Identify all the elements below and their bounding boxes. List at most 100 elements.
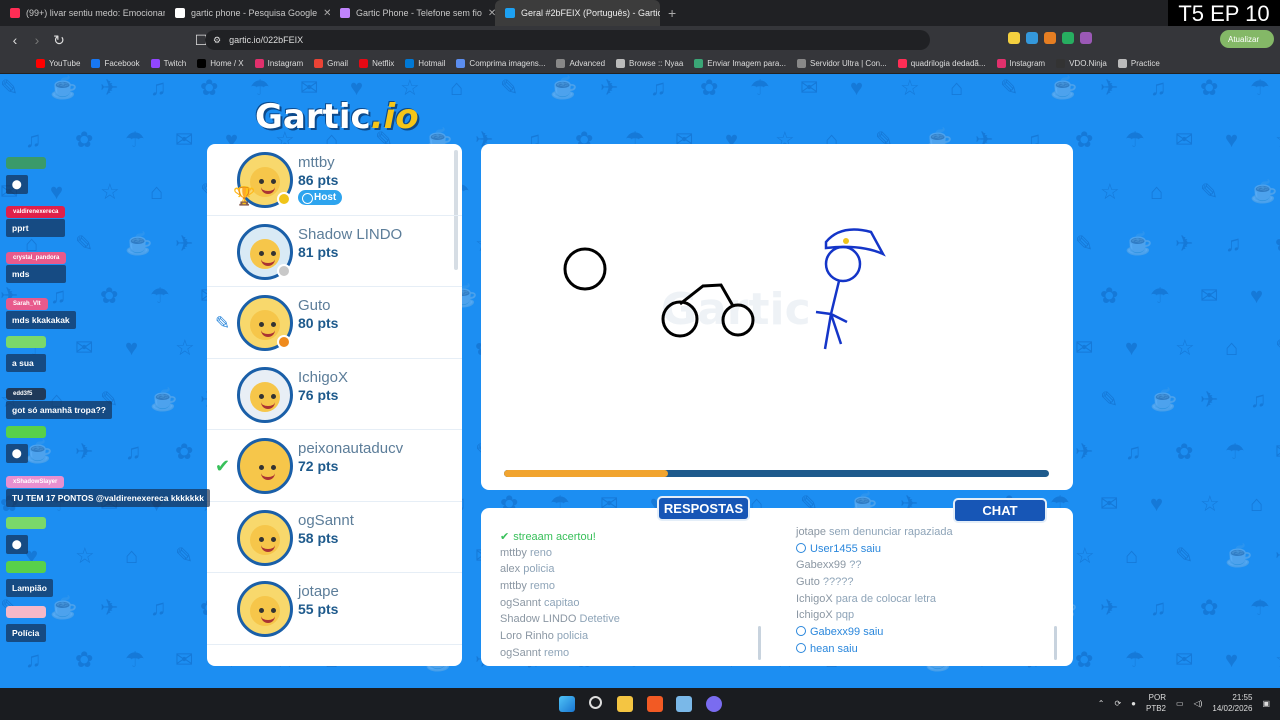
answer-item: ✔ streaam acertou! bbox=[500, 530, 765, 547]
message-text: policia bbox=[523, 563, 555, 576]
bookmark-item[interactable]: Instagram bbox=[996, 59, 1045, 68]
close-icon[interactable]: ✕ bbox=[323, 8, 330, 19]
bookmark-item[interactable]: Netflix bbox=[359, 59, 394, 68]
bookmark-favicon-icon bbox=[150, 59, 160, 68]
network-icon[interactable]: ▭ bbox=[1176, 699, 1184, 708]
reload-icon[interactable]: ↻ bbox=[48, 32, 70, 49]
pattern-glyph: ♫ bbox=[1150, 75, 1167, 100]
browser-tab[interactable]: Geral #2bFEIX (Português) - Gartic✕ bbox=[495, 0, 660, 26]
bookmark-favicon-icon bbox=[405, 59, 415, 68]
bookmark-item[interactable]: Advanced bbox=[556, 59, 605, 68]
date-text: 14/02/2026 bbox=[1212, 704, 1253, 713]
message-user: mttby bbox=[500, 546, 527, 559]
windows-start-icon[interactable] bbox=[559, 696, 575, 712]
stream-chat-user: crystal_pandora bbox=[6, 252, 67, 264]
discord-icon[interactable] bbox=[706, 696, 722, 712]
message-user: User1455 bbox=[810, 542, 858, 555]
pattern-glyph: ✿ bbox=[1075, 127, 1094, 152]
message-user: alex bbox=[500, 563, 521, 576]
chat-message: Gabexx99 saiu bbox=[796, 626, 1066, 643]
search-icon[interactable] bbox=[589, 696, 602, 709]
message-text: ?? bbox=[849, 559, 862, 572]
bookmark-item[interactable]: Hotmail bbox=[405, 59, 445, 68]
language-indicator[interactable]: POR PTB2 bbox=[1146, 692, 1166, 714]
tab-respostas[interactable]: RESPOSTAS bbox=[657, 496, 750, 521]
check-icon: ✔ bbox=[500, 531, 510, 543]
mic-icon[interactable]: ● bbox=[1131, 699, 1136, 708]
extension-icon[interactable] bbox=[1008, 32, 1020, 44]
message-text: policia bbox=[556, 630, 589, 643]
sync-icon[interactable]: ⟳ bbox=[1114, 699, 1121, 708]
bookmark-item[interactable]: Instagram bbox=[254, 59, 303, 68]
pattern-glyph: ☂ bbox=[750, 75, 770, 100]
bookmark-item[interactable]: quadrilogia dedadã... bbox=[897, 59, 986, 68]
brave-browser-icon[interactable] bbox=[647, 696, 663, 712]
stream-chat-overlay: ⬤ valdirenexereca pprt crystal_pandora mds Sa… bbox=[0, 75, 210, 688]
tab-chat[interactable]: CHAT bbox=[953, 498, 1047, 523]
bookmark-item[interactable]: Twitch bbox=[150, 59, 186, 68]
url-bar[interactable]: ⚙ gartic.io/022bFEIX bbox=[205, 30, 930, 50]
drawn-circle bbox=[563, 247, 607, 291]
new-tab-icon[interactable]: + bbox=[660, 5, 684, 21]
update-button[interactable]: Atualizar bbox=[1220, 30, 1274, 48]
pattern-glyph: ⌂ bbox=[450, 75, 464, 100]
bookmark-item[interactable]: Comprima imagens... bbox=[456, 59, 545, 68]
bookmark-item[interactable]: VDO.Ninja bbox=[1056, 59, 1107, 68]
bookmark-favicon-icon bbox=[1056, 59, 1066, 68]
app-icon[interactable] bbox=[676, 696, 692, 712]
player-row[interactable]: mttby 86 pts Host 🏆 bbox=[207, 144, 462, 216]
bookmark-item[interactable]: Gmail bbox=[314, 59, 348, 68]
player-row[interactable]: Guto 80 pts ✎ bbox=[207, 287, 462, 359]
drawing-canvas[interactable]: Gartic bbox=[481, 144, 1073, 490]
clock[interactable]: 21:55 14/02/2026 bbox=[1212, 692, 1252, 714]
pattern-glyph: ♥ bbox=[1125, 335, 1139, 360]
browser-tab[interactable]: gartic phone - Pesquisa Google ✕ bbox=[165, 0, 330, 26]
extension-icon[interactable] bbox=[1026, 32, 1038, 44]
back-icon[interactable]: ‹ bbox=[4, 32, 26, 48]
notification-icon[interactable]: ▣ bbox=[1262, 699, 1270, 708]
extension-icon[interactable] bbox=[1044, 32, 1056, 44]
close-icon[interactable]: ✕ bbox=[488, 8, 495, 19]
volume-icon[interactable]: ◁) bbox=[1194, 699, 1203, 708]
pattern-glyph: ♥ bbox=[850, 75, 864, 100]
message-text: para de colocar letra bbox=[835, 592, 937, 605]
player-row[interactable]: jotape 55 pts bbox=[207, 573, 462, 645]
message-user: ogSannt bbox=[500, 646, 541, 659]
bookmark-favicon-icon bbox=[996, 59, 1006, 68]
bookmark-item[interactable]: Servidor Ultra | Con... bbox=[797, 59, 887, 68]
player-row[interactable]: ogSannt 58 pts bbox=[207, 502, 462, 573]
stream-chat-message: a sua bbox=[6, 335, 46, 372]
stream-chat-text: mds bbox=[6, 265, 67, 283]
stream-chat-message: Sarah_Vlt mds kkakakak bbox=[6, 292, 76, 329]
player-row[interactable]: IchigoX 76 pts bbox=[207, 359, 462, 430]
bookmark-item[interactable]: Facebook bbox=[91, 59, 140, 68]
player-name: Shadow LINDO bbox=[298, 225, 403, 243]
file-explorer-icon[interactable] bbox=[617, 696, 633, 712]
player-row[interactable]: peixonautaducv 72 pts ✔ bbox=[207, 430, 462, 502]
info-icon bbox=[796, 626, 806, 637]
pattern-glyph: ☆ bbox=[1075, 543, 1095, 568]
extension-icon[interactable] bbox=[1062, 32, 1074, 44]
browser-tab[interactable]: Gartic Phone - Telefone sem fio ✕ bbox=[330, 0, 495, 26]
stream-chat-user: xShadowSlayer bbox=[6, 476, 65, 488]
status-dot bbox=[277, 263, 291, 278]
bookmark-item[interactable]: Enviar Imagem para... bbox=[694, 59, 786, 68]
player-row[interactable]: Shadow LINDO 81 pts bbox=[207, 216, 462, 287]
browser-tab[interactable]: (99+) livar sentiu medo: Emocionante✕ bbox=[0, 0, 165, 26]
bookmark-item[interactable]: Practice bbox=[1117, 59, 1160, 68]
bookmark-item[interactable]: Home / X bbox=[197, 59, 244, 68]
site-info-icon[interactable]: ⚙ bbox=[213, 35, 221, 46]
time-text: 21:55 bbox=[1232, 693, 1253, 702]
bookmark-favicon-icon bbox=[1117, 59, 1127, 68]
pattern-glyph: ☆ bbox=[1200, 491, 1220, 516]
gartic-logo[interactable]: Gartic.io bbox=[255, 97, 419, 137]
bookmark-item[interactable]: YouTube bbox=[36, 59, 80, 68]
chevron-up-icon[interactable]: ⌃ bbox=[1098, 699, 1105, 708]
message-user: IchigoX bbox=[796, 609, 833, 622]
bookmark-item[interactable]: Browse :: Nyaa bbox=[616, 59, 683, 68]
pattern-glyph: ✉ bbox=[1100, 491, 1119, 516]
extension-icon[interactable] bbox=[1080, 32, 1092, 44]
forward-icon[interactable]: › bbox=[26, 32, 48, 48]
player-points: 86 pts bbox=[298, 172, 339, 188]
pattern-glyph: ✈ bbox=[1100, 75, 1119, 100]
